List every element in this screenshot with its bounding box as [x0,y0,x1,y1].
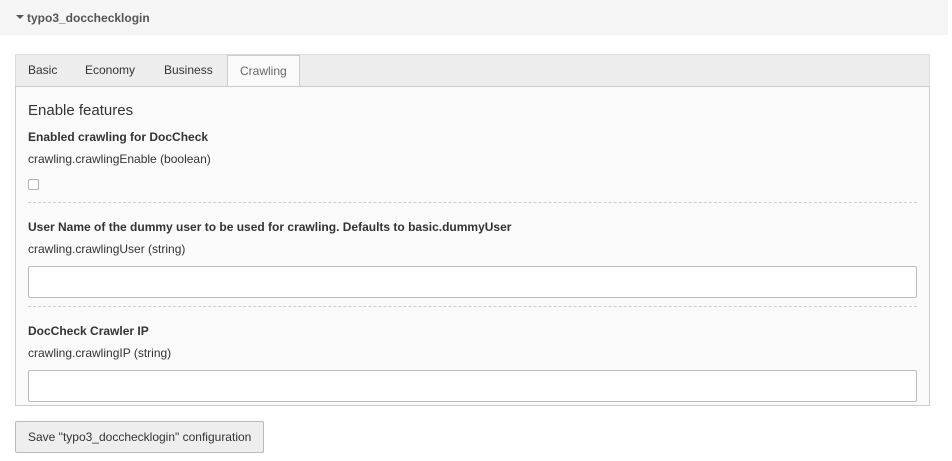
tab-economy[interactable]: Economy [73,55,147,87]
crawling-user-input[interactable] [28,266,917,298]
extension-title[interactable]: typo3_docchecklogin [27,11,150,25]
field-key-crawling-enable: crawling.crawlingEnable (boolean) [28,152,211,166]
caret-down-icon[interactable] [16,15,24,19]
crawling-ip-input[interactable] [28,370,917,402]
tab-business[interactable]: Business [152,55,225,87]
field-label-crawling-ip: DocCheck Crawler IP [28,324,149,338]
divider [28,202,917,203]
crawling-enable-checkbox[interactable] [28,179,39,190]
tab-basic[interactable]: Basic [16,55,69,87]
tab-crawling[interactable]: Crawling [227,55,300,88]
tab-bar: Basic Economy Business Crawling [15,54,930,88]
divider [28,306,917,307]
field-label-crawling-enable: Enabled crawling for DocCheck [28,130,209,144]
field-key-crawling-ip: crawling.crawlingIP (string) [28,346,172,360]
tab-panel-crawling: Enable features Enabled crawling for Doc… [15,86,930,406]
field-label-crawling-user: User Name of the dummy user to be used f… [28,220,512,234]
field-key-crawling-user: crawling.crawlingUser (string) [28,242,186,256]
section-title: Enable features [28,102,134,119]
tabs-container: Basic Economy Business Crawling Enable f… [15,54,930,406]
extension-header[interactable]: typo3_docchecklogin [0,0,948,35]
save-configuration-button[interactable]: Save "typo3_docchecklogin" configuration [15,421,265,453]
